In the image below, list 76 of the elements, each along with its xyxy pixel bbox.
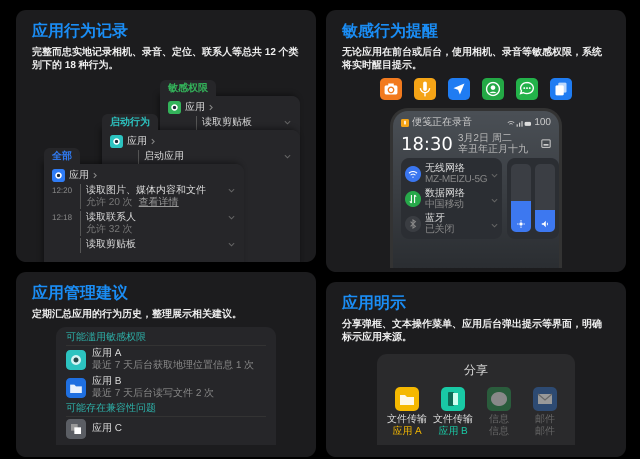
app-name[interactable]: 应用 C bbox=[92, 423, 122, 435]
toggle-label: 蓝牙 bbox=[425, 212, 446, 224]
chat-app-icon[interactable] bbox=[487, 387, 511, 411]
chevron-right-icon bbox=[209, 104, 213, 110]
event-count: 允许 32 次 bbox=[86, 224, 133, 236]
share-target-name: 邮件 bbox=[535, 414, 555, 426]
clock-time: 18:30 bbox=[401, 134, 453, 154]
event-action: 启动应用 bbox=[144, 150, 185, 163]
data-toggle-icon[interactable] bbox=[405, 190, 421, 206]
app-name[interactable]: 应用 bbox=[69, 168, 89, 182]
share-sheet-title: 分享 bbox=[463, 362, 489, 379]
battery-level: 100 bbox=[534, 117, 551, 129]
source-app-label: 信息 bbox=[489, 426, 509, 437]
chevron-down-icon[interactable] bbox=[491, 173, 498, 178]
category-tab[interactable]: 敏感权限 bbox=[160, 80, 216, 96]
volume-slider[interactable] bbox=[535, 164, 556, 232]
wifi-toggle-icon[interactable] bbox=[405, 166, 421, 182]
app-name[interactable]: 应用 bbox=[127, 134, 147, 148]
event-action: 读取图片、媒体内容和文件 bbox=[86, 184, 207, 196]
event-action: 读取剪贴板 bbox=[202, 116, 253, 129]
app-name[interactable]: 应用 B bbox=[92, 376, 214, 388]
speaker-icon bbox=[541, 220, 550, 228]
share-target-name: 文件传输 bbox=[387, 414, 427, 426]
card-title: 应用明示 bbox=[342, 294, 407, 314]
section-heading: 可能滥用敏感权限 bbox=[66, 331, 266, 346]
section-heading: 可能存在兼容性问题 bbox=[66, 402, 266, 417]
chevron-down-icon[interactable] bbox=[284, 120, 291, 125]
card-description: 完整而忠实地记录相机、录音、定位、联系人等总共 12 个类别下的 18 种行为。 bbox=[32, 46, 300, 72]
card-description: 分享弹框、文本操作菜单、应用后台弹出提示等界面，明确标示应用来源。 bbox=[342, 318, 603, 344]
date-text: 3月2日 周二 bbox=[458, 133, 512, 144]
toggle-status: 中国移动 bbox=[425, 198, 464, 210]
app-name[interactable]: 应用 bbox=[185, 100, 205, 114]
chevron-down-icon[interactable] bbox=[284, 154, 291, 159]
source-app-label: 应用 B bbox=[438, 426, 468, 437]
sun-icon bbox=[517, 220, 526, 228]
chevron-down-icon[interactable] bbox=[491, 198, 498, 203]
bluetooth-toggle-icon[interactable] bbox=[405, 216, 421, 232]
card-title: 应用行为记录 bbox=[32, 22, 129, 42]
recording-indicator: 便笺正在录音 bbox=[412, 117, 472, 129]
category-tab[interactable]: 全部 bbox=[44, 148, 80, 164]
event-count: 允许 20 次 bbox=[86, 197, 133, 209]
app-usage-note: 最近 7 天后台读写文件 2 次 bbox=[92, 388, 214, 400]
mail-app-icon[interactable] bbox=[533, 387, 557, 411]
card-title: 敏感行为提醒 bbox=[342, 22, 439, 42]
card-title: 应用管理建议 bbox=[32, 284, 129, 304]
chevron-right-icon bbox=[93, 172, 97, 178]
microphone-icon bbox=[401, 119, 409, 127]
brightness-slider[interactable] bbox=[511, 164, 532, 232]
card-description: 无论应用在前台或后台，使用相机、录音等敏感权限，系统将实时醒目提示。 bbox=[342, 46, 603, 72]
event-action: 读取联系人 bbox=[86, 211, 137, 224]
category-tab[interactable]: 启动行为 bbox=[102, 114, 158, 130]
chevron-down-icon[interactable] bbox=[491, 223, 498, 228]
toggle-label: 数据网络 bbox=[425, 188, 466, 198]
details-link[interactable]: 查看详情 bbox=[138, 197, 179, 209]
toggle-label: 无线网络 bbox=[425, 162, 466, 174]
share-target-name: 文件传输 bbox=[433, 414, 473, 426]
screen-cast-icon[interactable] bbox=[541, 139, 551, 149]
toggle-status: 已关闭 bbox=[425, 224, 456, 234]
event-action: 读取剪贴板 bbox=[86, 238, 137, 251]
toggle-status: MZ-MEIZU-5G bbox=[425, 174, 488, 184]
app-name[interactable]: 应用 A bbox=[92, 348, 254, 360]
chevron-right-icon bbox=[151, 138, 155, 144]
source-app-label: 应用 A bbox=[392, 426, 422, 437]
signal-icons bbox=[507, 120, 532, 126]
chevron-down-icon[interactable] bbox=[228, 188, 235, 193]
event-time: 12:20 bbox=[52, 186, 72, 195]
chevron-down-icon[interactable] bbox=[228, 215, 235, 220]
device-app-icon[interactable] bbox=[441, 387, 465, 411]
event-time: 12:18 bbox=[52, 213, 72, 222]
card-description: 定期汇总应用的行为历史，整理展示相关建议。 bbox=[32, 308, 243, 321]
chevron-down-icon[interactable] bbox=[228, 242, 235, 247]
source-app-label: 邮件 bbox=[535, 426, 555, 437]
folder-app-icon[interactable] bbox=[395, 387, 419, 411]
share-target-name: 信息 bbox=[489, 414, 509, 426]
lunar-date: 辛丑年正月十九 bbox=[458, 144, 528, 155]
app-usage-note: 最近 7 天后台获取地理位置信息 1 次 bbox=[92, 360, 254, 372]
